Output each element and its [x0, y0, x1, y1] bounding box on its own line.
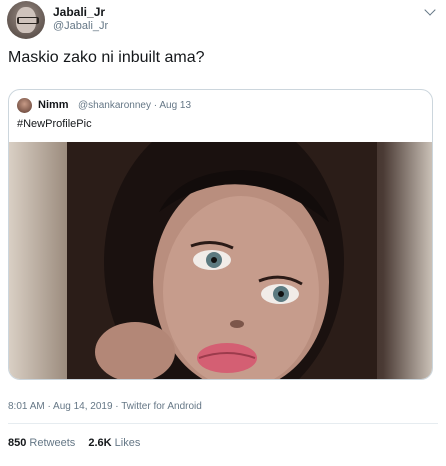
avatar-glasses: [17, 17, 39, 24]
tweet-text: Maskio zako ni inbuilt ama?: [8, 49, 205, 66]
quoted-date: Aug 13: [159, 100, 192, 111]
author-handle[interactable]: @Jabali_Jr: [53, 20, 108, 32]
quoted-author-handle: @shankaronney: [78, 100, 151, 111]
chevron-down-icon[interactable]: [424, 4, 436, 16]
tweet-stats: 850 Retweets 2.6K Likes: [8, 437, 150, 449]
author-name[interactable]: Jabali_Jr: [53, 5, 105, 19]
divider: [8, 423, 438, 424]
author-avatar[interactable]: [7, 1, 45, 39]
quoted-author-avatar: [17, 98, 32, 113]
quoted-author-name: Nimm: [38, 99, 69, 111]
quoted-separator: ·: [153, 100, 158, 111]
quoted-meta: @shankaronney · Aug 13: [78, 100, 191, 111]
quoted-tweet[interactable]: Nimm @shankaronney · Aug 13 #NewProfileP…: [8, 89, 433, 380]
likes-label: Likes: [114, 437, 141, 449]
retweets-label: Retweets: [29, 437, 76, 449]
photo-illustration: [67, 142, 377, 379]
tweet-timestamp[interactable]: 8:01 AM · Aug 14, 2019 · Twitter for And…: [8, 401, 202, 412]
quoted-photo[interactable]: [9, 142, 432, 379]
retweets-count: 850: [8, 437, 27, 449]
quoted-text: #NewProfilePic: [17, 118, 92, 130]
likes-count: 2.6K: [88, 437, 112, 449]
likes-stat[interactable]: 2.6K Likes: [88, 437, 140, 449]
retweets-stat[interactable]: 850 Retweets: [8, 437, 78, 449]
